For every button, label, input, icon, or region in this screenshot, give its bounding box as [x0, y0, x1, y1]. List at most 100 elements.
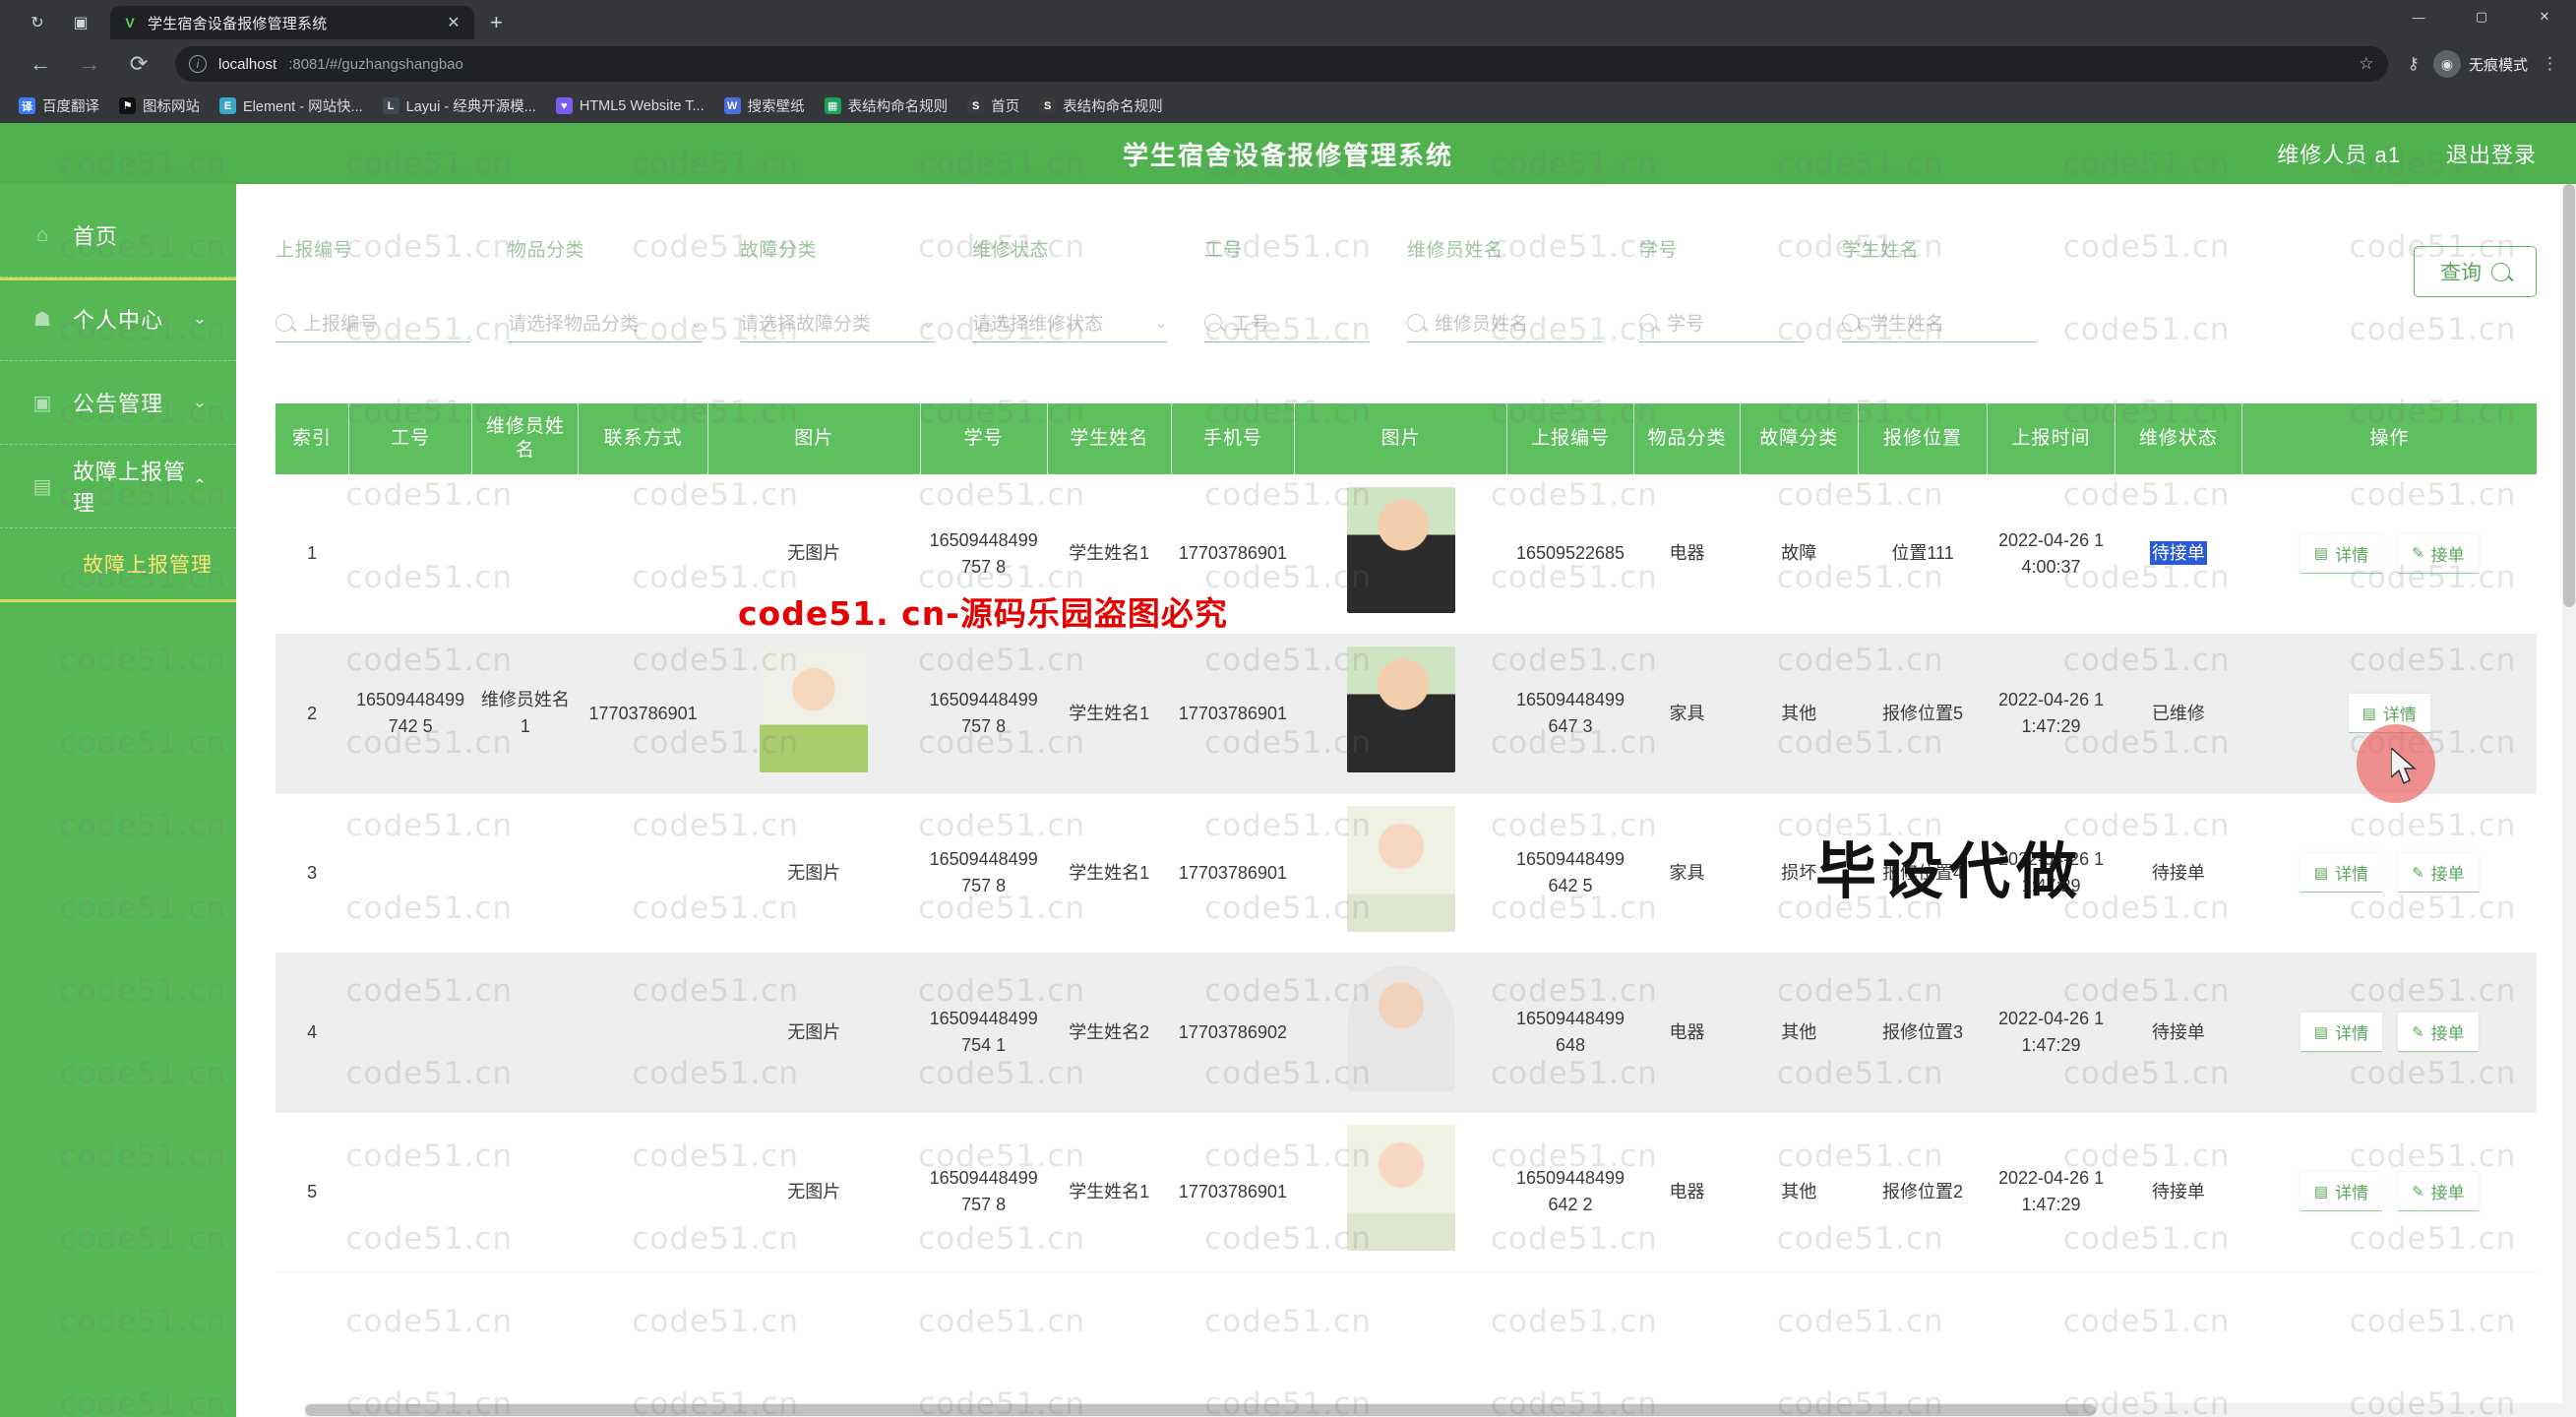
address-bar[interactable]: i localhost :8081/#/guzhangshangbao ☆	[175, 46, 2388, 82]
cell-student-photo	[1294, 474, 1507, 635]
photo-thumbnail[interactable]	[760, 647, 869, 772]
button-label: 详情	[2335, 545, 2369, 565]
detail-button[interactable]: ▤ 详情	[2300, 1013, 2383, 1052]
list-icon: ▤	[2313, 1023, 2329, 1041]
select-repair-status[interactable]: 请选择维修状态 ⌄	[972, 303, 1167, 342]
sidebar-item-3[interactable]: ▣ 公告管理 ⌄	[0, 361, 236, 445]
cell-student-photo	[1294, 1112, 1507, 1272]
cell-student-id: 16509448499757 8	[920, 474, 1048, 635]
input-student-name[interactable]: 学生姓名	[1842, 303, 2037, 342]
bookmark-item[interactable]: E Element - 网站快...	[211, 92, 372, 120]
input-worker-id[interactable]: 工号	[1204, 303, 1370, 342]
filter-bar: 上报编号 上报编号 物品分类 请选择物品分类 ⌄ 故障分类 请选择故障分类 ⌄ 维修状态 请选择维…	[276, 214, 2537, 342]
photo-thumbnail[interactable]	[1346, 965, 1455, 1091]
detail-button[interactable]: ▤ 详情	[2300, 533, 2383, 574]
sidebar-item-2[interactable]: ☗ 个人中心 ⌄	[0, 277, 236, 361]
browser-more-icon[interactable]: ⋮	[2542, 54, 2558, 74]
cell-contact	[578, 953, 708, 1113]
photo-thumbnail[interactable]	[1346, 486, 1455, 613]
photo-thumbnail[interactable]	[1346, 806, 1455, 932]
logout-button[interactable]: 退出登录	[2446, 138, 2537, 169]
input-worker-name[interactable]: 维修员姓名	[1407, 303, 1602, 342]
minimize-button[interactable]: —	[2387, 0, 2450, 33]
maximize-button[interactable]: ▢	[2450, 0, 2513, 33]
cell-worker-photo: 无图片	[707, 474, 920, 635]
table-row: 1 无图片 16509448499757 8 学生姓名1 17703786901 1650…	[276, 474, 2537, 635]
chevron-down-icon[interactable]: ⌄	[1131, 314, 1167, 332]
bookmark-item[interactable]: S 首页	[958, 92, 1028, 120]
query-button-label: 查询	[2440, 262, 2482, 284]
new-tab-button[interactable]: +	[490, 10, 503, 39]
bookmark-item[interactable]: ▦ 表结构命名规则	[816, 92, 957, 120]
filter-placeholder: 学号	[1667, 314, 1705, 335]
tab-search-icon[interactable]: ▣	[59, 6, 102, 39]
table-head: 索引 工号 维修员姓 名联系方式 图片 学号 学生姓名 手机号 图片 上报编号 物品分类 故障分类报…	[276, 403, 2537, 474]
bookmark-star-icon[interactable]: ☆	[2359, 54, 2373, 74]
filter-placeholder: 工号	[1232, 314, 1270, 335]
report-table: 索引 工号 维修员姓 名联系方式 图片 学号 学生姓名 手机号 图片 上报编号 物品分类 故障分类报…	[276, 403, 2537, 1272]
accept-order-button[interactable]: ✎ 接单	[2398, 533, 2479, 574]
sidebar-item-4[interactable]: ▤ 故障上报管理 ⌃	[0, 445, 236, 528]
bookmark-item[interactable]: ⚑ 图标网站	[110, 92, 209, 120]
window-controls: — ▢ ✕	[2387, 0, 2576, 33]
app-root: code51.cn code51.cn code51.cn code51.cn code…	[0, 123, 2576, 1417]
chevron-down-icon[interactable]: ⌄	[898, 314, 935, 332]
photo-thumbnail[interactable]	[1346, 1125, 1455, 1251]
select-item-category[interactable]: 请选择物品分类 ⌄	[508, 303, 703, 342]
sidebar-item-1[interactable]: ⌂ 首页	[0, 194, 236, 277]
column-header: 工号	[348, 403, 473, 474]
incognito-indicator[interactable]: ◉ 无痕模式	[2432, 50, 2528, 78]
horizontal-scrollbar[interactable]	[305, 1403, 2562, 1417]
vertical-scrollbar-thumb[interactable]	[2563, 184, 2575, 607]
bookmark-item[interactable]: 译百度翻译	[10, 92, 108, 120]
forward-icon[interactable]: →	[67, 41, 112, 87]
status-badge: 已维修	[2151, 703, 2205, 723]
table-row: 5 无图片 16509448499757 8 学生姓名1 17703786901 1650…	[276, 1112, 2537, 1272]
bookmark-item[interactable]: S 表结构命名规则	[1030, 92, 1172, 120]
sidebar-subitem-1[interactable]: 故障上报管理	[0, 528, 236, 599]
detail-button[interactable]: ▤ 详情	[2300, 853, 2383, 893]
bookmark-favicon-icon: E	[219, 97, 236, 114]
cell-fault-category: 其他	[1740, 953, 1859, 1113]
button-label: 接单	[2430, 1024, 2465, 1043]
input-student-id[interactable]: 学号	[1639, 303, 1805, 342]
chevron-down-icon[interactable]: ⌄	[666, 314, 703, 332]
browser-tab-active[interactable]: V 学生宿舍设备报修管理系统 ✕	[110, 6, 474, 39]
select-fault-category[interactable]: 请选择故障分类 ⌄	[740, 303, 935, 342]
reload-icon[interactable]: ⟳	[116, 41, 161, 87]
detail-button[interactable]: ▤ 详情	[2300, 1172, 2383, 1211]
accept-order-button[interactable]: ✎ 接单	[2398, 853, 2479, 893]
detail-button[interactable]: ▤ 详情	[2348, 694, 2430, 733]
tab-favicon: V	[125, 15, 135, 31]
browser-menu-icon[interactable]: ↻	[16, 6, 59, 39]
browser-titlebar: ↻ ▣ V 学生宿舍设备报修管理系统 ✕ + — ▢ ✕	[0, 0, 2576, 39]
site-info-icon[interactable]: i	[189, 55, 207, 73]
cell-worker-name	[471, 793, 579, 954]
button-label: 详情	[2335, 1184, 2369, 1202]
close-icon[interactable]: ✕	[445, 13, 462, 32]
cell-student-id: 16509448499757 8	[920, 793, 1048, 954]
close-window-button[interactable]: ✕	[2513, 0, 2576, 33]
sidebar-item-label: 故障上报管理	[73, 460, 187, 516]
bookmark-item[interactable]: W 搜索壁纸	[715, 92, 814, 120]
cell-worker-photo: 无图片	[707, 1112, 920, 1272]
bookmark-item[interactable]: ♥ HTML5 Website T...	[547, 93, 713, 118]
filter-placeholder: 学生姓名	[1870, 314, 1945, 335]
input-report-id[interactable]: 上报编号	[276, 303, 470, 342]
page-title: 学生宿舍设备报修管理系统	[1122, 140, 1453, 170]
bookmark-item[interactable]: L Layui - 经典开源模...	[374, 92, 545, 120]
cell-phone: 17703786901	[1171, 793, 1295, 954]
cell-location: 报修位置2	[1858, 1112, 1988, 1272]
back-icon[interactable]: ←	[18, 41, 63, 87]
cell-location: 报修位置3	[1858, 953, 1988, 1113]
key-icon[interactable]: ⚷	[2408, 54, 2420, 74]
photo-thumbnail[interactable]	[1346, 647, 1455, 772]
vertical-scrollbar[interactable]	[2562, 184, 2576, 1417]
cell-status: 待接单	[2115, 953, 2242, 1113]
cell-actions: ▤ 详情 ✎ 接单	[2241, 793, 2537, 954]
accept-order-button[interactable]: ✎ 接单	[2398, 1013, 2479, 1052]
user-icon: ☗	[33, 308, 51, 331]
query-button[interactable]: 查询	[2414, 246, 2537, 297]
accept-order-button[interactable]: ✎ 接单	[2398, 1172, 2479, 1211]
horizontal-scrollbar-thumb[interactable]	[305, 1404, 2096, 1416]
